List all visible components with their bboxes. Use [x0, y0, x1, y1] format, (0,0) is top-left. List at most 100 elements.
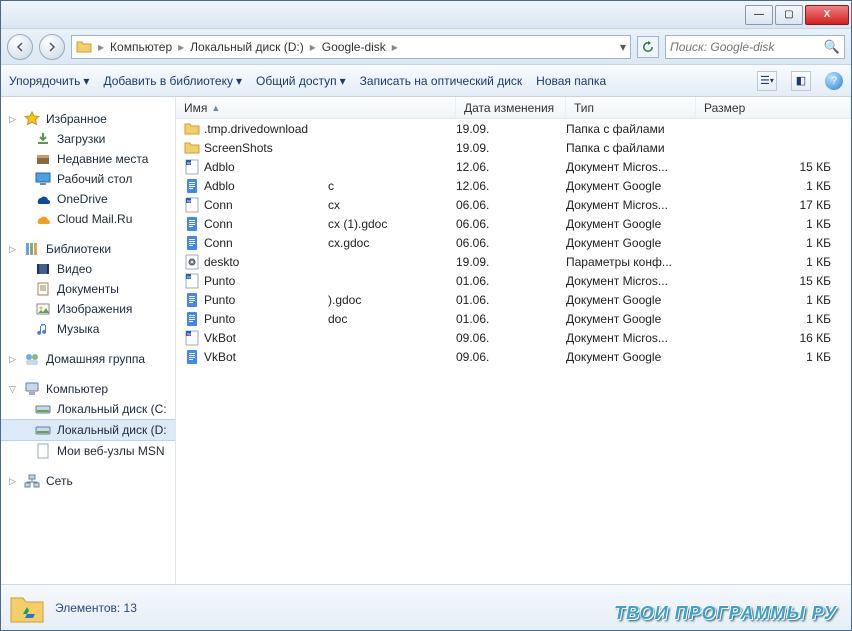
- file-row[interactable]: Punto).gdoc 01.06. Документ Google 1 КБ: [176, 290, 851, 309]
- file-row[interactable]: deskto 19.09. Параметры конф... 1 КБ: [176, 252, 851, 271]
- burn-button[interactable]: Записать на оптический диск: [360, 74, 523, 88]
- organize-button[interactable]: Упорядочить ▾: [9, 74, 89, 88]
- sidebar-item-Cloud Mail.Ru[interactable]: Cloud Mail.Ru: [1, 209, 175, 229]
- file-row[interactable]: .tmp.drivedownload 19.09. Папка с файлам…: [176, 119, 851, 138]
- column-type[interactable]: Тип: [566, 97, 696, 118]
- computer-icon: [24, 381, 40, 397]
- status-label: Элементов: 13: [55, 601, 137, 615]
- refresh-icon: [642, 41, 654, 53]
- status-bar: Элементов: 13 ТВОИ ПРОГРАММЫ РУ: [1, 584, 851, 630]
- sidebar-item-Недавние места[interactable]: Недавние места: [1, 149, 175, 169]
- sidebar-label: Библиотеки: [46, 242, 111, 256]
- file-type: Документ Micros...: [566, 331, 696, 345]
- column-name[interactable]: Имя▲: [176, 97, 456, 118]
- collapse-icon: ▷: [9, 244, 18, 255]
- maximize-button[interactable]: ▢: [775, 5, 803, 25]
- file-date: 12.06.: [456, 179, 566, 193]
- preview-pane-button[interactable]: ◧: [791, 71, 811, 91]
- collapse-icon: ▷: [9, 476, 18, 487]
- svg-text:W: W: [187, 331, 191, 336]
- libraries-icon: [24, 241, 40, 257]
- file-ext: cx.gdoc: [328, 236, 369, 250]
- folder-icon: [76, 39, 92, 55]
- chevron-down-icon: ▾: [340, 74, 346, 88]
- expand-icon: ▽: [9, 384, 18, 395]
- sidebar-item-Документы[interactable]: Документы: [1, 279, 175, 299]
- file-size: 16 КБ: [696, 331, 851, 345]
- sidebar-item-label: Недавние места: [57, 152, 148, 166]
- chevron-down-icon: ▾: [83, 74, 89, 88]
- sidebar-label: Сеть: [46, 474, 73, 488]
- sidebar-item-label: OneDrive: [57, 192, 108, 206]
- sidebar-label: Компьютер: [46, 382, 108, 396]
- file-type: Документ Google: [566, 179, 696, 193]
- file-name: VkBot: [204, 350, 324, 364]
- file-row[interactable]: ScreenShots 19.09. Папка с файлами: [176, 138, 851, 157]
- file-row[interactable]: WConncx 06.06. Документ Micros... 17 КБ: [176, 195, 851, 214]
- sidebar-item-Локальный диск (D:[interactable]: Локальный диск (D:: [1, 419, 175, 441]
- file-row[interactable]: WPunto 01.06. Документ Micros... 15 КБ: [176, 271, 851, 290]
- watermark: ТВОИ ПРОГРАММЫ РУ: [614, 603, 837, 624]
- refresh-button[interactable]: [637, 36, 659, 58]
- search-input[interactable]: [670, 40, 824, 54]
- file-row[interactable]: W VkBot 09.06. Документ Micros... 16 КБ: [176, 328, 851, 347]
- sidebar-item-Изображения[interactable]: Изображения: [1, 299, 175, 319]
- sort-asc-icon: ▲: [211, 103, 220, 113]
- content-area: ▷ Избранное Загрузки Недавние места Рабочи…: [1, 97, 851, 584]
- sidebar-item-Рабочий стол[interactable]: Рабочий стол: [1, 169, 175, 189]
- sidebar-item-Мои веб-узлы MSN[interactable]: Мои веб-узлы MSN: [1, 441, 175, 461]
- file-name: Punto: [204, 274, 324, 288]
- sidebar-item-Видео[interactable]: Видео: [1, 259, 175, 279]
- file-date: 01.06.: [456, 274, 566, 288]
- sidebar-item-OneDrive[interactable]: OneDrive: [1, 189, 175, 209]
- sidebar-item-label: Локальный диск (C:: [57, 402, 167, 416]
- breadcrumb-drive-d[interactable]: Локальный диск (D:): [186, 40, 308, 54]
- column-size[interactable]: Размер: [696, 97, 851, 118]
- file-date: 06.06.: [456, 217, 566, 231]
- file-name: ScreenShots: [204, 141, 324, 155]
- navigation-sidebar[interactable]: ▷ Избранное Загрузки Недавние места Рабочи…: [1, 97, 176, 584]
- file-list[interactable]: .tmp.drivedownload 19.09. Папка с файлам…: [176, 119, 851, 584]
- close-button[interactable]: X: [805, 5, 849, 25]
- file-row[interactable]: Conncx.gdoc 06.06. Документ Google 1 КБ: [176, 233, 851, 252]
- share-button[interactable]: Общий доступ ▾: [256, 74, 346, 88]
- view-options-button[interactable]: ☰▾: [757, 71, 777, 91]
- file-row[interactable]: Conncx (1).gdoc 06.06. Документ Google 1…: [176, 214, 851, 233]
- sidebar-computer[interactable]: ▽ Компьютер: [1, 379, 175, 399]
- chevron-right-icon: ▸: [390, 40, 400, 54]
- sidebar-homegroup[interactable]: ▷ Домашняя группа: [1, 349, 175, 369]
- dropdown-icon[interactable]: ▾: [620, 40, 626, 54]
- file-row[interactable]: Puntodoc 01.06. Документ Google 1 КБ: [176, 309, 851, 328]
- add-to-library-button[interactable]: Добавить в библиотеку ▾: [103, 74, 242, 88]
- file-date: 06.06.: [456, 236, 566, 250]
- file-row[interactable]: VkBot 09.06. Документ Google 1 КБ: [176, 347, 851, 366]
- minimize-button[interactable]: —: [745, 5, 773, 25]
- search-box[interactable]: 🔍: [665, 35, 845, 59]
- sidebar-item-Загрузки[interactable]: Загрузки: [1, 129, 175, 149]
- file-row[interactable]: Adbloc 12.06. Документ Google 1 КБ: [176, 176, 851, 195]
- breadcrumb-google-disk[interactable]: Google-disk: [318, 40, 390, 54]
- file-date: 09.06.: [456, 331, 566, 345]
- titlebar: — ▢ X: [1, 1, 851, 29]
- sidebar-favorites[interactable]: ▷ Избранное: [1, 109, 175, 129]
- file-type: Документ Google: [566, 312, 696, 326]
- help-button[interactable]: ?: [825, 72, 843, 90]
- file-row[interactable]: WAdblo 12.06. Документ Micros... 15 КБ: [176, 157, 851, 176]
- breadcrumb[interactable]: ▸ Компьютер ▸ Локальный диск (D:) ▸ Goog…: [71, 35, 631, 59]
- breadcrumb-computer[interactable]: Компьютер: [106, 40, 176, 54]
- address-bar: ▸ Компьютер ▸ Локальный диск (D:) ▸ Goog…: [1, 29, 851, 65]
- file-size: 1 КБ: [696, 236, 851, 250]
- network-icon: [24, 473, 40, 489]
- sidebar-item-Музыка[interactable]: Музыка: [1, 319, 175, 339]
- file-name: VkBot: [204, 331, 324, 345]
- new-folder-button[interactable]: Новая папка: [536, 74, 606, 88]
- file-date: 01.06.: [456, 312, 566, 326]
- sidebar-network[interactable]: ▷ Сеть: [1, 471, 175, 491]
- sidebar-item-Локальный диск (C:[interactable]: Локальный диск (C:: [1, 399, 175, 419]
- file-date: 19.09.: [456, 255, 566, 269]
- sidebar-item-label: Cloud Mail.Ru: [57, 212, 132, 226]
- forward-button[interactable]: [39, 34, 65, 60]
- sidebar-libraries[interactable]: ▷ Библиотеки: [1, 239, 175, 259]
- back-button[interactable]: [7, 34, 33, 60]
- column-date[interactable]: Дата изменения: [456, 97, 566, 118]
